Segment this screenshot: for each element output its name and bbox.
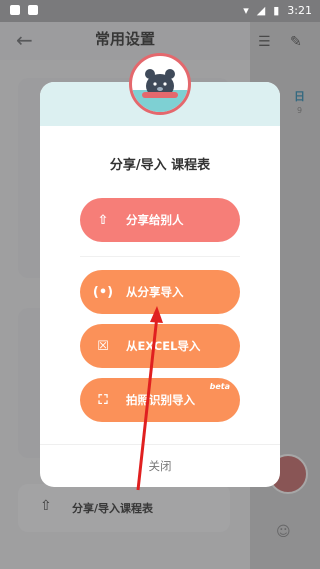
annotation-arrow-line — [136, 315, 159, 491]
annotation-arrow — [136, 306, 163, 491]
annotation-arrow-head — [150, 306, 163, 323]
